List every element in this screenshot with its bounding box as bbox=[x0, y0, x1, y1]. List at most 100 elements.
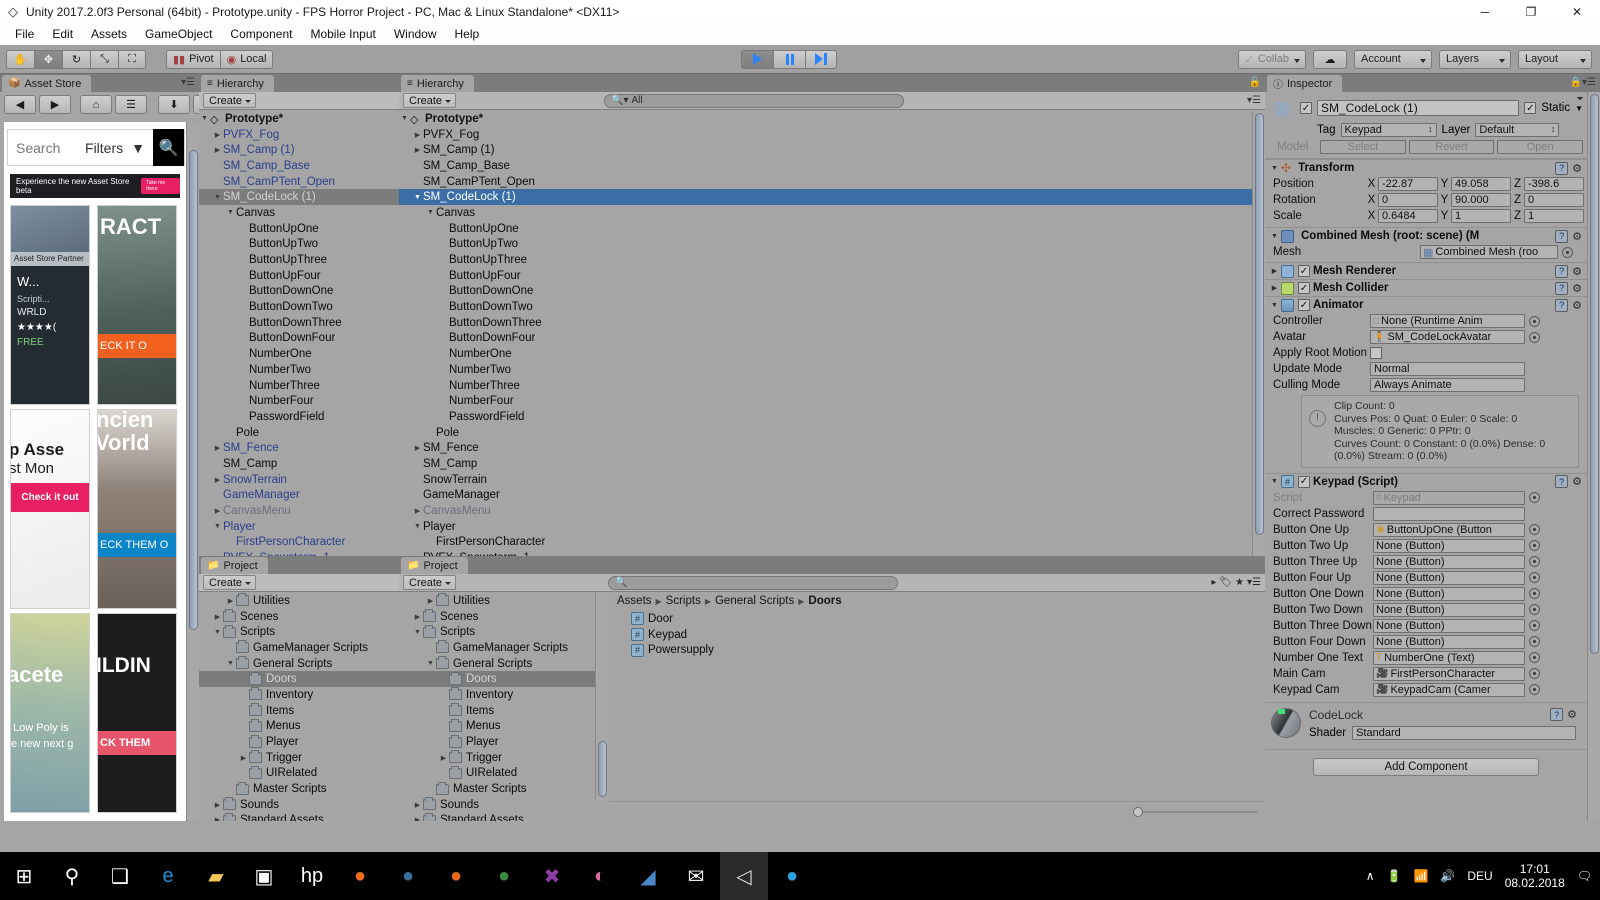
property-field[interactable]: Always Animate bbox=[1370, 378, 1525, 392]
foldout-closed-icon[interactable]: ▶ bbox=[212, 816, 223, 821]
hierarchy-item[interactable]: NumberTwo bbox=[399, 362, 1252, 378]
hierarchy-item[interactable]: ▶SM_Fence bbox=[399, 440, 1252, 456]
project-folder-item[interactable]: ▼General Scripts bbox=[199, 656, 399, 672]
foldout-arrow-icon[interactable]: ▼ bbox=[1268, 478, 1281, 485]
create-button[interactable]: Create bbox=[403, 575, 456, 590]
project-folder-item[interactable]: ▶Scenes bbox=[399, 609, 595, 625]
foldout-open-icon[interactable]: ▼ bbox=[212, 523, 223, 530]
help-icon[interactable]: ? bbox=[1555, 265, 1568, 278]
search-button[interactable]: ⚲ bbox=[48, 852, 96, 900]
hierarchy-item[interactable]: NumberFour bbox=[399, 393, 1252, 409]
layer-dropdown[interactable]: Default bbox=[1475, 123, 1559, 137]
project-search-field[interactable]: 🔍 bbox=[608, 576, 898, 590]
model-revert-button[interactable]: Revert bbox=[1409, 140, 1495, 154]
project-folder-item[interactable]: UIRelated bbox=[399, 766, 595, 782]
project-folder-item[interactable]: ▼General Scripts bbox=[399, 656, 595, 672]
project-file-list[interactable]: Assets ▶ Scripts ▶ General Scripts ▶ Doo… bbox=[609, 593, 1265, 821]
project-folder-item[interactable]: ▶Trigger bbox=[199, 750, 399, 766]
project-folder-item[interactable]: Inventory bbox=[399, 687, 595, 703]
gear-icon[interactable]: ⚙ bbox=[1572, 230, 1582, 243]
hierarchy-item[interactable]: ButtonDownThree bbox=[399, 315, 1252, 331]
foldout-closed-icon[interactable]: ▶ bbox=[425, 597, 436, 605]
hierarchy-item[interactable]: ▼Player bbox=[199, 519, 399, 535]
start-button[interactable]: ⊞ bbox=[0, 852, 48, 900]
project-folder-item[interactable]: ▼Scripts bbox=[199, 624, 399, 640]
chrome-icon[interactable]: ● bbox=[480, 852, 528, 900]
hierarchy-item[interactable]: ButtonUpThree bbox=[199, 252, 399, 268]
store-card[interactable]: ncien Vorld ECK THEM O bbox=[97, 409, 177, 609]
project-folder-item[interactable]: Inventory bbox=[199, 687, 399, 703]
hierarchy-search-field[interactable]: 🔍▾ All bbox=[604, 94, 904, 108]
breadcrumb-item-general-scripts[interactable]: General Scripts bbox=[715, 595, 794, 607]
rotate-tool-button[interactable]: ↻ bbox=[62, 50, 90, 69]
object-picker-button[interactable] bbox=[1529, 572, 1540, 583]
hierarchy-item[interactable]: NumberFour bbox=[199, 393, 399, 409]
tag-dropdown[interactable]: Keypad bbox=[1341, 123, 1437, 137]
store-card[interactable]: p Asse st Mon Check it out bbox=[10, 409, 90, 609]
menu-item-edit[interactable]: Edit bbox=[43, 23, 82, 45]
filter-type-icon[interactable]: ▸ bbox=[1211, 577, 1216, 588]
property-field[interactable] bbox=[1373, 507, 1525, 521]
asset-store-scrollbar[interactable] bbox=[186, 122, 199, 821]
project-folder-item[interactable]: GameManager Scripts bbox=[399, 640, 595, 656]
play-button[interactable] bbox=[741, 50, 773, 69]
transform-scale-y-field[interactable]: 1 bbox=[1451, 209, 1511, 223]
menu-item-component[interactable]: Component bbox=[221, 23, 301, 45]
hierarchy-right-tree[interactable]: ▼◇Prototype*▶PVFX_Fog▶SM_Camp (1) SM_Cam… bbox=[399, 111, 1252, 556]
tab-inspector[interactable]: ⓘ Inspector bbox=[1267, 75, 1342, 92]
transform-component-header[interactable]: ▼ ✣ Transform ? ⚙ bbox=[1265, 159, 1587, 176]
foldout-closed-icon[interactable]: ▶ bbox=[412, 444, 423, 452]
project-right-tree[interactable]: ▶Utilities▶Scenes▼Scripts GameManager Sc… bbox=[399, 593, 595, 821]
card-cta[interactable]: CK THEM bbox=[98, 731, 176, 755]
hierarchy-item[interactable]: ButtonDownOne bbox=[399, 284, 1252, 300]
hierarchy-item[interactable]: ▼◇Prototype* bbox=[199, 111, 399, 127]
account-button[interactable]: Account bbox=[1354, 50, 1432, 69]
breadcrumb-item-assets[interactable]: Assets bbox=[617, 595, 652, 607]
animator-component-header[interactable]: ▼ ✓ Animator ? ⚙ bbox=[1265, 296, 1587, 313]
hierarchy-item[interactable]: ▶CanvasMenu bbox=[399, 503, 1252, 519]
project-folder-item[interactable]: ▶Trigger bbox=[399, 750, 595, 766]
foldout-closed-icon[interactable]: ▶ bbox=[438, 754, 449, 762]
project-tree-scrollbar[interactable] bbox=[595, 593, 608, 801]
property-field[interactable]: None (Button) bbox=[1373, 587, 1525, 601]
filters-dropdown[interactable]: Filters ▼ bbox=[85, 140, 153, 156]
foldout-closed-icon[interactable]: ▶ bbox=[225, 597, 236, 605]
object-name-field[interactable]: SM_CodeLock (1) bbox=[1317, 100, 1519, 116]
hierarchy-item[interactable]: ▼Canvas bbox=[199, 205, 399, 221]
layout-button[interactable]: Layout bbox=[1518, 50, 1592, 69]
project-file-item[interactable]: #Door bbox=[631, 611, 1265, 627]
hierarchy-item[interactable]: NumberOne bbox=[199, 346, 399, 362]
foldout-open-icon[interactable]: ▼ bbox=[212, 629, 223, 636]
lock-icon[interactable]: 🔓 bbox=[1249, 77, 1261, 88]
close-button[interactable]: ✕ bbox=[1554, 0, 1600, 23]
model-open-button[interactable]: Open bbox=[1497, 140, 1583, 154]
hierarchy-item[interactable]: SM_CamPTent_Open bbox=[199, 174, 399, 190]
hierarchy-item[interactable]: ▼SM_CodeLock (1) bbox=[399, 189, 1252, 205]
hierarchy-item[interactable]: ▼Canvas bbox=[399, 205, 1252, 221]
hierarchy-item[interactable]: ▼Player bbox=[399, 519, 1252, 535]
mail-icon[interactable]: ✉ bbox=[672, 852, 720, 900]
language-indicator[interactable]: DEU bbox=[1467, 869, 1492, 883]
mesh-object-picker[interactable] bbox=[1562, 247, 1573, 258]
task-view-button[interactable]: ❑ bbox=[96, 852, 144, 900]
foldout-closed-icon[interactable]: ▶ bbox=[212, 131, 223, 139]
project-folder-item[interactable]: UIRelated bbox=[199, 766, 399, 782]
mesh-renderer-component-header[interactable]: ▶ ✓ Mesh Renderer ? ⚙ bbox=[1265, 262, 1587, 279]
object-picker-button[interactable] bbox=[1529, 652, 1540, 663]
breadcrumb-item-doors[interactable]: Doors bbox=[808, 595, 841, 607]
gear-icon[interactable]: ⚙ bbox=[1572, 299, 1582, 312]
pivot-toggle-button[interactable]: ▮▮ Pivot bbox=[166, 50, 220, 69]
battery-icon[interactable]: 🔋 bbox=[1387, 869, 1402, 883]
tab-project[interactable]: 📁 Project bbox=[201, 557, 268, 574]
foldout-arrow-icon[interactable]: ▶ bbox=[1268, 284, 1281, 292]
project-folder-item[interactable]: Player bbox=[399, 734, 595, 750]
paint-icon[interactable]: ◐ bbox=[576, 852, 624, 900]
back-button[interactable]: ◀ bbox=[4, 95, 36, 114]
property-field[interactable]: None (Button) bbox=[1373, 539, 1525, 553]
hierarchy-item[interactable]: ButtonDownThree bbox=[199, 315, 399, 331]
store-card[interactable]: ILDIN CK THEM bbox=[97, 613, 177, 813]
microsoft-store-icon[interactable]: ▣ bbox=[240, 852, 288, 900]
project-folder-item[interactable]: ▶Scenes bbox=[199, 609, 399, 625]
foldout-closed-icon[interactable]: ▶ bbox=[212, 476, 223, 484]
project-folder-item[interactable]: GameManager Scripts bbox=[199, 640, 399, 656]
